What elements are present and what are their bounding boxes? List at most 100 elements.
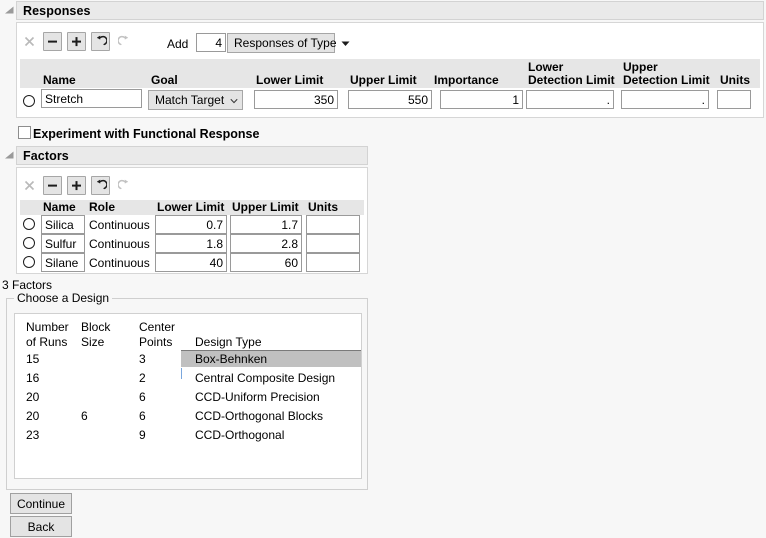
factor-units-input[interactable] — [306, 234, 360, 253]
response-name-input[interactable]: Stretch — [41, 89, 142, 108]
design-runs: 16 — [26, 371, 40, 385]
design-center: 3 — [139, 352, 146, 366]
design-col-center-line2: Points — [139, 335, 173, 349]
groupbox-top-left-rule — [6, 298, 14, 299]
design-list[interactable]: Number of Runs Block Size Center Points … — [14, 313, 362, 479]
responses-col-units: Units — [720, 73, 750, 87]
design-runs: 23 — [26, 428, 40, 442]
responses-col-importance: Importance — [434, 73, 499, 87]
design-col-type: Design Type — [195, 335, 262, 349]
design-type: CCD-Uniform Precision — [195, 390, 320, 404]
responses-of-type-label: Responses of Type — [234, 36, 337, 50]
factors-redo-button[interactable] — [115, 176, 134, 195]
factor-name-input[interactable]: Silica — [41, 215, 85, 234]
design-center: 2 — [139, 371, 146, 385]
factor-role-label[interactable]: Continuous — [89, 256, 150, 270]
redo-icon — [118, 35, 128, 46]
responses-of-type-dropdown[interactable]: Responses of Type — [227, 33, 350, 53]
factor-row-selector[interactable] — [23, 256, 35, 268]
response-upper-detection-limit-input[interactable]: . — [621, 90, 709, 109]
factors-col-name: Name — [43, 200, 76, 214]
responses-panel-header[interactable]: Responses — [16, 1, 764, 20]
factor-name-input[interactable]: Sulfur — [41, 234, 85, 253]
factors-summary: 3 Factors — [2, 278, 53, 292]
design-center: 6 — [139, 409, 146, 423]
design-col-runs-line1: Number — [26, 320, 69, 334]
responses-panel-title: Responses — [23, 3, 91, 18]
close-icon — [24, 180, 35, 191]
design-type: Box-Behnken — [195, 352, 268, 366]
responses-remove-button[interactable] — [43, 32, 62, 51]
factors-col-upper-limit: Upper Limit — [232, 200, 299, 214]
minus-icon — [48, 184, 57, 187]
plus-icon — [72, 37, 81, 47]
response-importance-input[interactable]: 1 — [440, 90, 523, 109]
responses-col-goal: Goal — [151, 73, 178, 87]
responses-add-button[interactable] — [67, 32, 86, 51]
back-button[interactable]: Back — [10, 516, 72, 537]
design-col-center-line1: Center — [139, 320, 176, 334]
design-type: Central Composite Design — [195, 371, 336, 385]
factor-upper-limit-input[interactable]: 1.7 — [230, 215, 302, 234]
design-col-block-line2: Size — [81, 335, 105, 349]
factors-col-units: Units — [308, 200, 338, 214]
response-units-input[interactable] — [717, 90, 751, 109]
responses-redo-button[interactable] — [115, 32, 134, 51]
factor-units-input[interactable] — [306, 253, 360, 272]
redo-icon — [118, 179, 128, 190]
factors-remove-button[interactable] — [43, 176, 62, 195]
design-type: CCD-Orthogonal Blocks — [195, 409, 324, 423]
factors-panel-title: Factors — [23, 148, 69, 163]
responses-col-lower-detection-limit-line2: Detection Limit — [528, 73, 615, 87]
factor-row-selector[interactable] — [23, 218, 35, 230]
continue-button[interactable]: Continue — [10, 493, 72, 514]
design-block: 6 — [81, 409, 88, 423]
factors-undo-button[interactable] — [91, 176, 110, 195]
design-row-highlight-top-rule — [181, 350, 361, 351]
response-goal-dropdown[interactable]: Match Target — [148, 90, 243, 110]
functional-response-label: Experiment with Functional Response — [33, 127, 260, 141]
chevron-down-icon — [341, 36, 350, 50]
response-lower-detection-limit-input[interactable]: . — [526, 90, 614, 109]
functional-response-checkbox[interactable] — [18, 126, 31, 139]
groupbox-top-right-rule — [94, 298, 368, 299]
plus-icon — [72, 181, 81, 191]
responses-col-name: Name — [43, 73, 76, 87]
design-dialog-window: Responses Add 4 Responses of Type Name G… — [0, 0, 766, 538]
undo-icon — [97, 179, 107, 190]
responses-disclosure-icon[interactable] — [4, 5, 15, 16]
factor-lower-limit-input[interactable]: 1.8 — [155, 234, 227, 253]
choose-design-title: Choose a Design — [14, 291, 113, 305]
factors-col-role: Role — [89, 200, 116, 214]
factors-disclosure-icon[interactable] — [4, 150, 15, 161]
response-goal-label: Match Target — [155, 93, 225, 107]
factor-role-label[interactable]: Continuous — [89, 237, 150, 251]
add-count-input[interactable]: 4 — [196, 33, 226, 52]
design-runs: 20 — [26, 409, 40, 423]
factor-upper-limit-input[interactable]: 2.8 — [230, 234, 302, 253]
design-runs: 20 — [26, 390, 40, 404]
factor-lower-limit-input[interactable]: 40 — [155, 253, 227, 272]
factors-panel-header[interactable]: Factors — [16, 146, 368, 165]
responses-remove-all-button[interactable] — [20, 32, 39, 51]
factor-units-input[interactable] — [306, 215, 360, 234]
design-center: 6 — [139, 390, 146, 404]
factor-role-label[interactable]: Continuous — [89, 218, 150, 232]
responses-col-upper-detection-limit-line2: Detection Limit — [623, 73, 710, 87]
design-list-caret — [181, 368, 182, 379]
close-icon — [24, 36, 35, 47]
factors-remove-all-button[interactable] — [20, 176, 39, 195]
response-row-selector[interactable] — [23, 95, 35, 107]
factor-row-selector[interactable] — [23, 237, 35, 249]
minus-icon — [48, 40, 57, 43]
response-lower-limit-input[interactable]: 350 — [254, 90, 338, 109]
design-col-runs-line2: of Runs — [26, 335, 68, 349]
design-runs: 15 — [26, 352, 40, 366]
add-label: Add — [167, 37, 189, 51]
responses-undo-button[interactable] — [91, 32, 110, 51]
factors-add-button[interactable] — [67, 176, 86, 195]
factor-name-input[interactable]: Silane — [41, 253, 85, 272]
factor-lower-limit-input[interactable]: 0.7 — [155, 215, 227, 234]
factor-upper-limit-input[interactable]: 60 — [230, 253, 302, 272]
response-upper-limit-input[interactable]: 550 — [348, 90, 432, 109]
